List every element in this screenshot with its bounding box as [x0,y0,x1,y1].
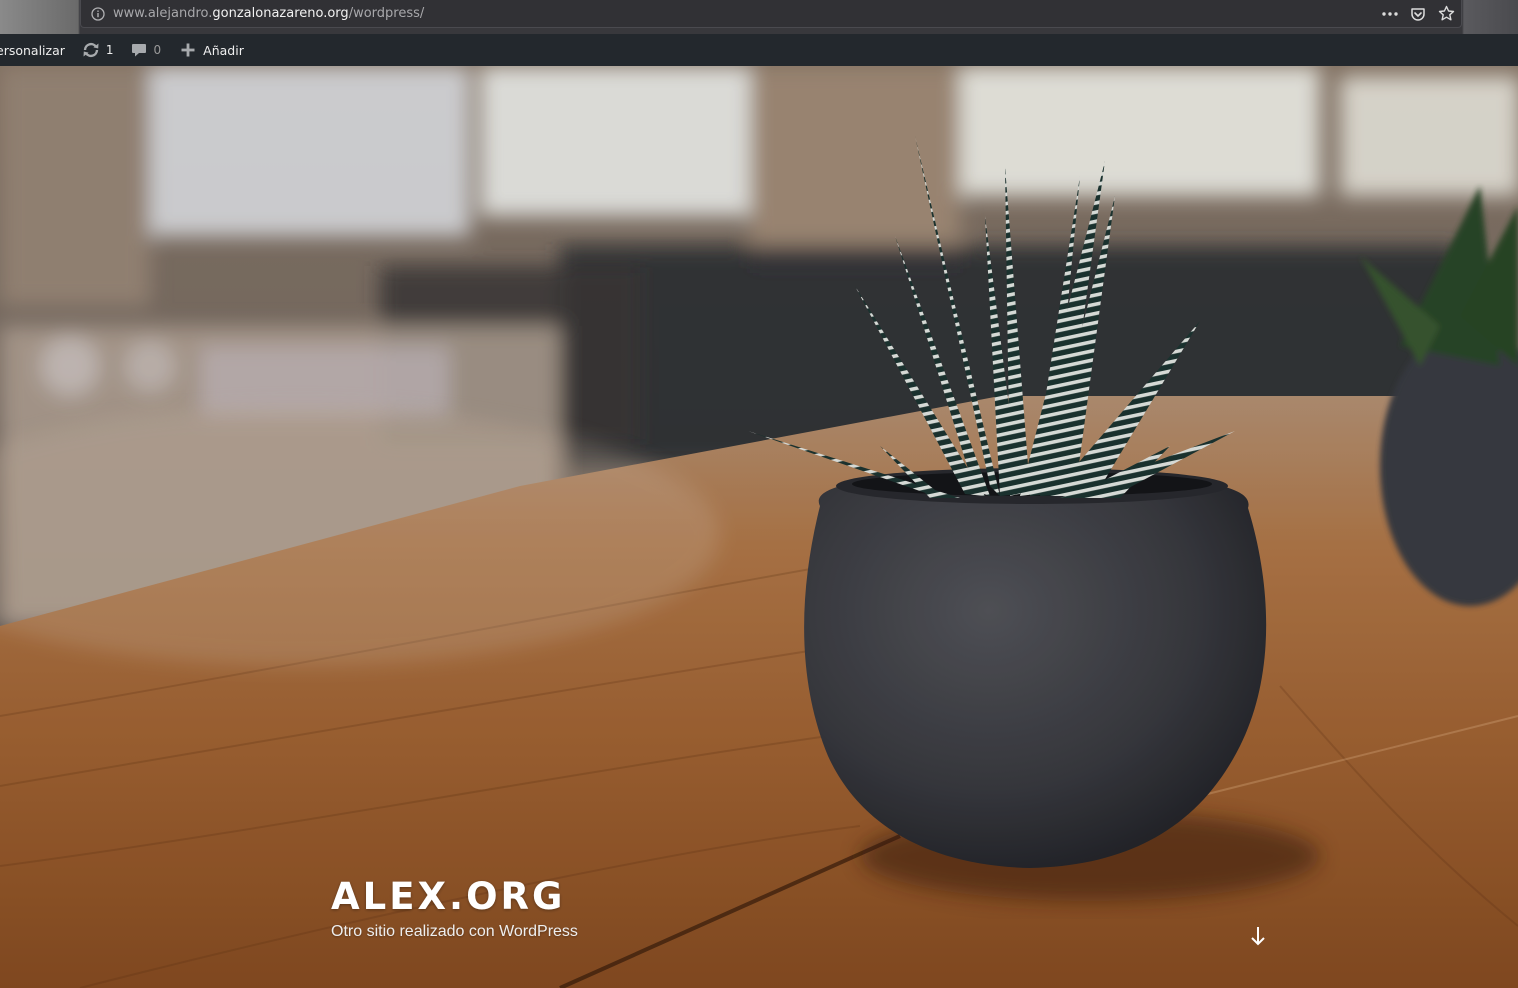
url-prefix: www.alejandro. [113,6,213,21]
more-icon[interactable] [1381,5,1399,23]
url-actions [1381,5,1461,23]
customize-menu-item[interactable]: ersonalizar [0,34,73,66]
url-path: /wordpress/ [348,6,425,21]
url-bar[interactable]: www.alejandro.gonzalonazareno.org/wordpr… [80,0,1462,28]
updates-count: 1 [105,43,114,57]
comments-icon [130,41,148,59]
customize-label: ersonalizar [0,42,65,58]
site-branding: ALEX.ORG Otro sitio realizado con WordPr… [331,878,578,941]
site-title[interactable]: ALEX.ORG [331,878,578,915]
pocket-icon[interactable] [1409,5,1427,23]
new-content-label: Añadir [203,42,244,58]
updates-icon [82,41,100,59]
bookmark-star-icon[interactable] [1437,5,1455,23]
url-text[interactable]: www.alejandro.gonzalonazareno.org/wordpr… [113,6,424,21]
comments-menu-item[interactable]: 0 [122,34,170,66]
site-header-hero: ALEX.ORG Otro sitio realizado con WordPr… [0,66,1518,988]
comments-count: 0 [153,43,162,57]
updates-menu-item[interactable]: 1 [73,34,122,66]
plus-icon [179,41,197,59]
site-description: Otro sitio realizado con WordPress [331,923,578,940]
info-icon[interactable] [90,6,106,22]
browser-toolbar: www.alejandro.gonzalonazareno.org/wordpr… [0,0,1518,34]
url-domain: gonzalonazareno.org [212,6,349,21]
arrow-down-icon[interactable] [1248,924,1268,948]
header-image [0,66,1518,988]
new-content-menu-item[interactable]: Añadir [169,34,252,66]
wp-admin-bar: ersonalizar 1 0 Añadir [0,34,1518,66]
